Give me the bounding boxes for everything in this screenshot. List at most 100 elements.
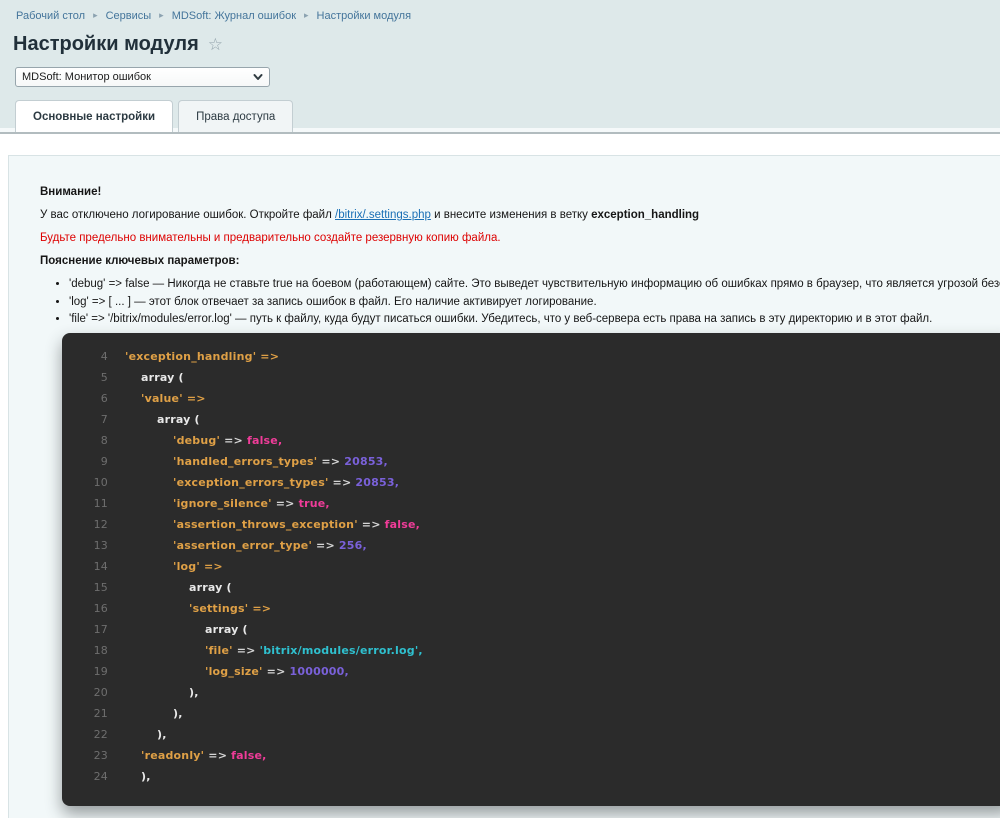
code-line: 22), xyxy=(62,724,1000,745)
notice-instruction: У вас отключено логирование ошибок. Откр… xyxy=(40,209,1000,222)
chevron-down-icon xyxy=(253,74,263,80)
code-line: 5 array ( xyxy=(62,367,1000,388)
tab-access-rights[interactable]: Права доступа xyxy=(178,100,294,132)
code-line-number: 10 xyxy=(93,476,108,489)
param-bullet: 'debug' => false — Никогда не ставьте tr… xyxy=(69,278,1000,291)
code-line-source: 'log' => xyxy=(173,556,223,577)
code-line-number: 21 xyxy=(93,707,108,720)
page-title: Настройки модуля xyxy=(13,33,199,55)
code-line: 15 array ( xyxy=(62,577,1000,598)
code-line-number: 18 xyxy=(93,644,108,657)
code-token-number: 20853, xyxy=(344,455,388,468)
code-token-key: => xyxy=(248,602,272,615)
settings-code-sample: 4 'exception_handling' => 5 array ( 6 'value'… xyxy=(62,333,1000,806)
code-line-number: 14 xyxy=(93,560,108,573)
code-token-arrow: => xyxy=(328,476,356,489)
page-header: Настройки модуля ☆ xyxy=(13,33,223,56)
notice-text-branch: exception_handling xyxy=(591,209,700,221)
module-select[interactable]: MDSoft: Монитор ошибок xyxy=(15,67,270,87)
breadcrumb-item[interactable]: Рабочий стол xyxy=(16,10,85,22)
code-token-key: 'readonly' xyxy=(141,749,205,762)
code-line: 7 array ( xyxy=(62,409,1000,430)
code-token-arrow: => xyxy=(271,497,299,510)
tab-divider-line xyxy=(0,132,1000,134)
code-line-number: 23 xyxy=(93,749,108,762)
code-line-source: 'settings' => xyxy=(189,598,271,619)
code-line-number: 17 xyxy=(93,623,108,636)
code-token-plain: array ( xyxy=(205,623,248,636)
code-line-source: ), xyxy=(157,724,167,745)
breadcrumb-separator-icon: ▸ xyxy=(159,10,164,20)
code-line-source: 'file' => 'bitrix/modules/error.log', xyxy=(205,640,423,661)
code-token-key: 'assertion_throws_exception' xyxy=(173,518,358,531)
code-token-key: => xyxy=(199,560,223,573)
backup-warning: Будьте предельно внимательны и предварит… xyxy=(40,232,501,244)
code-token-string: 'bitrix/modules/error.log', xyxy=(259,644,423,657)
code-token-key: 'exception_handling' xyxy=(125,350,257,363)
code-token-plain: array ( xyxy=(157,413,200,426)
code-token-key: 'value' xyxy=(141,392,183,405)
favorite-star-icon[interactable]: ☆ xyxy=(208,36,223,53)
code-line: 13 'assertion_error_type' => 256, xyxy=(62,535,1000,556)
code-line-number: 22 xyxy=(93,728,108,741)
code-line-number: 9 xyxy=(100,455,108,468)
param-bullet: 'file' => '/bitrix/modules/error.log' — … xyxy=(69,313,1000,326)
code-token-key: 'file' xyxy=(205,644,233,657)
breadcrumb-item[interactable]: Сервисы xyxy=(106,10,152,22)
code-token-key: 'exception_errors_types' xyxy=(173,476,329,489)
code-line-number: 11 xyxy=(93,497,108,510)
code-line-number: 13 xyxy=(93,539,108,552)
code-line-source: 'exception_errors_types' => 20853, xyxy=(173,472,399,493)
code-line-source: 'ignore_silence' => true, xyxy=(173,493,330,514)
code-line-source: ), xyxy=(189,682,199,703)
code-token-bool: true, xyxy=(298,497,330,510)
code-line-source: 'assertion_throws_exception' => false, xyxy=(173,514,420,535)
code-token-key: 'ignore_silence' xyxy=(173,497,272,510)
tab-bar: Основные настройки Права доступа xyxy=(15,100,294,132)
code-token-bool: false, xyxy=(384,518,421,531)
code-token-bool: false, xyxy=(246,434,283,447)
code-line-source: 'handled_errors_types' => 20853, xyxy=(173,451,388,472)
notice-text-middle: и внесите изменения в ветку xyxy=(430,209,592,221)
code-line: 17 array ( xyxy=(62,619,1000,640)
code-token-arrow: => xyxy=(312,539,339,552)
code-token-key: => xyxy=(182,392,206,405)
code-line-source: 'exception_handling' => xyxy=(125,346,279,367)
code-line: 14 'log' => xyxy=(62,556,1000,577)
code-token-arrow: => xyxy=(262,665,290,678)
tab-main-settings-label: Основные настройки xyxy=(33,110,156,123)
breadcrumb-item[interactable]: MDSoft: Журнал ошибок xyxy=(172,10,296,22)
code-line: 18 'file' => 'bitrix/modules/error.log', xyxy=(62,640,1000,661)
code-line-number: 12 xyxy=(93,518,108,531)
code-line-number: 6 xyxy=(100,392,108,405)
code-token-key: 'assertion_error_type' xyxy=(173,539,313,552)
code-line: 11 'ignore_silence' => true, xyxy=(62,493,1000,514)
notice-text-before: У вас отключено логирование ошибок. Откр… xyxy=(40,209,336,221)
settings-file-link[interactable]: /bitrix/.settings.php xyxy=(335,209,431,221)
code-line-source: array ( xyxy=(189,577,232,598)
warning-notice: Внимание! У вас отключено логирование ош… xyxy=(40,186,1000,331)
tab-main-settings[interactable]: Основные настройки xyxy=(15,100,174,132)
code-line-number: 24 xyxy=(93,770,108,783)
code-line-source: 'debug' => false, xyxy=(173,430,282,451)
code-token-plain: ), xyxy=(173,707,183,720)
code-token-key: 'log' xyxy=(173,560,200,573)
notice-heading: Внимание! xyxy=(40,186,102,198)
code-line-source: 'assertion_error_type' => 256, xyxy=(173,535,367,556)
breadcrumb-item[interactable]: Настройки модуля xyxy=(317,10,411,22)
code-line-source: 'log_size' => 1000000, xyxy=(205,661,349,682)
code-token-number: 1000000, xyxy=(289,665,349,678)
code-token-bool: false, xyxy=(231,749,267,762)
params-heading: Пояснение ключевых параметров: xyxy=(40,255,240,267)
code-line: 20), xyxy=(62,682,1000,703)
code-line-source: ), xyxy=(141,766,151,787)
code-line: 16 'settings' => xyxy=(62,598,1000,619)
code-line: 9 'handled_errors_types' => 20853, xyxy=(62,451,1000,472)
code-line-number: 7 xyxy=(100,413,108,426)
code-token-key: 'handled_errors_types' xyxy=(173,455,318,468)
code-line: 4 'exception_handling' => xyxy=(62,346,1000,367)
code-token-key: 'debug' xyxy=(173,434,221,447)
tab-access-rights-label: Права доступа xyxy=(196,110,276,123)
code-line: 19 'log_size' => 1000000, xyxy=(62,661,1000,682)
code-line: 10 'exception_errors_types' => 20853, xyxy=(62,472,1000,493)
